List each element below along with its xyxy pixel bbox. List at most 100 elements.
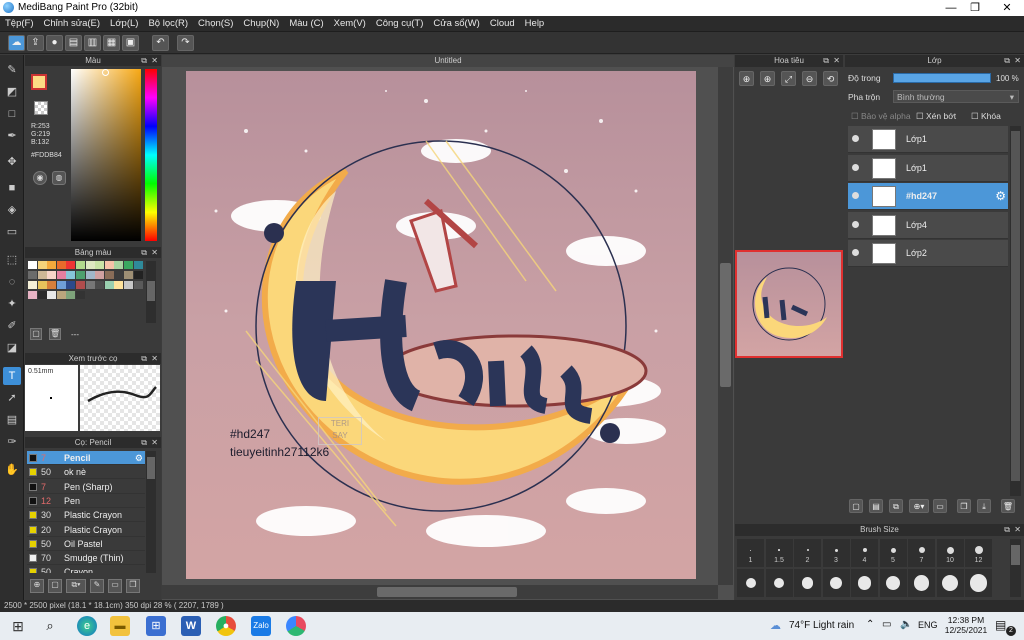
hand-tool-icon[interactable]: ✋ [3, 461, 21, 479]
brush-list-item[interactable]: 50 Oil Pastel [27, 536, 145, 551]
layer-row[interactable]: #hd247 ⚙ [848, 183, 1008, 210]
document-tab[interactable]: Untitled [162, 55, 734, 67]
trash-icon[interactable]: 🗑 [49, 328, 61, 340]
merge-icon[interactable]: ⤓ [977, 499, 991, 513]
menu-edit[interactable]: Chỉnh sửa(E) [39, 16, 106, 32]
layer-scrollbar[interactable] [1010, 126, 1021, 496]
palette-swatch[interactable] [104, 281, 114, 289]
palette-swatch[interactable] [28, 271, 37, 279]
palette-swatch[interactable] [76, 271, 85, 279]
select-eraser-icon[interactable]: ◪ [3, 339, 21, 357]
palette-swatch[interactable] [85, 261, 95, 269]
undock-icon[interactable]: ⧉ [141, 55, 147, 66]
palette-swatch[interactable] [28, 261, 37, 269]
menu-file[interactable]: Tệp(F) [0, 16, 39, 32]
word-icon[interactable]: W [181, 616, 201, 636]
lock-checkbox[interactable]: ☐ Khóa [971, 111, 1001, 122]
maximize-button[interactable]: ❐ [960, 0, 990, 16]
brush-size-cell[interactable] [822, 569, 850, 597]
gradient-tool-icon[interactable]: ▭ [3, 223, 21, 241]
panel-close-icon[interactable]: ✕ [1014, 55, 1021, 67]
brush-list-item[interactable]: 70 Smudge (Thin) [27, 551, 145, 566]
navigator-thumbnail[interactable] [735, 250, 843, 358]
menu-filter[interactable]: Bộ lọc(R) [143, 16, 193, 32]
brush-scrollbar[interactable] [146, 451, 156, 573]
file-explorer-icon[interactable]: ▬ [110, 616, 130, 636]
color-sv-picker[interactable] [71, 69, 141, 241]
palette-swatch[interactable] [56, 291, 66, 299]
opacity-slider[interactable] [893, 73, 991, 83]
select-pen-icon[interactable]: ✐ [3, 317, 21, 335]
brush-size-scrollbar[interactable] [1010, 539, 1021, 597]
undo-icon[interactable]: ↶ [152, 35, 169, 51]
menu-tools[interactable]: Công cụ(T) [371, 16, 429, 32]
palette-swatch[interactable] [95, 281, 105, 289]
chevron-up-icon[interactable]: ⌃ [866, 619, 874, 630]
transparent-color-swatch[interactable] [34, 101, 48, 115]
hue-slider[interactable] [145, 69, 157, 241]
volume-icon[interactable]: 🔈 [900, 619, 912, 630]
palette-swatch[interactable] [37, 261, 47, 269]
search-icon[interactable]: ⌕ [40, 616, 60, 636]
message-icon[interactable]: ▤ [65, 35, 82, 51]
redo-icon[interactable]: ↷ [177, 35, 194, 51]
rotate-icon[interactable]: ⟲ [823, 71, 838, 86]
brush-size-cell[interactable] [908, 569, 935, 597]
duplicate-icon[interactable]: ❐ [126, 579, 140, 593]
vertical-scroll-thumb[interactable] [720, 263, 731, 387]
palette-swatch[interactable] [76, 281, 85, 289]
folder-icon[interactable]: ▭ [933, 499, 947, 513]
zoom-icon[interactable]: ⊕ [760, 71, 775, 86]
weather-text[interactable]: 74°F Light rain [789, 620, 854, 631]
language-indicator[interactable]: ENG [918, 620, 938, 630]
zoom-out-icon[interactable]: ⊖ [802, 71, 817, 86]
palette-swatch[interactable] [104, 271, 114, 279]
palette-swatch[interactable] [66, 261, 76, 269]
medibang-taskbar-icon[interactable] [286, 616, 306, 636]
duplicate-icon[interactable]: ❐ [957, 499, 971, 513]
palette-swatch[interactable] [133, 281, 143, 289]
lasso-tool-icon[interactable]: ◌ [3, 273, 21, 291]
edit-brush-icon[interactable]: ✎ [90, 579, 104, 593]
palette-swatch[interactable] [76, 291, 85, 299]
undock-icon[interactable]: ⧉ [141, 247, 147, 258]
brush-size-cell[interactable]: 5 [879, 539, 907, 567]
brush-size-cell[interactable]: 10 [936, 539, 964, 567]
pen-tool-icon[interactable]: ✒ [3, 127, 21, 145]
magic-wand-icon[interactable]: ✦ [3, 295, 21, 313]
delete-layer-icon[interactable]: 🗑 [1001, 499, 1015, 513]
palette-swatch[interactable] [47, 261, 57, 269]
palette-swatch[interactable] [66, 291, 76, 299]
menu-layer[interactable]: Lớp(L) [105, 16, 143, 32]
palette-swatch[interactable] [114, 261, 124, 269]
copy-layer-icon[interactable]: ⧉ [889, 499, 903, 513]
palette-swatch[interactable] [66, 281, 76, 289]
text-tool-icon[interactable]: T [3, 367, 21, 385]
zalo-icon[interactable]: Zalo [251, 616, 271, 636]
undock-icon[interactable]: ⧉ [141, 437, 147, 448]
palette-swatch[interactable] [76, 261, 85, 269]
menu-color[interactable]: Màu (C) [284, 16, 328, 32]
menu-select[interactable]: Chọn(S) [193, 16, 238, 32]
brush-list-item[interactable]: 7 Pen (Sharp) [27, 479, 145, 494]
windows-start-icon[interactable]: ⊞ [8, 616, 28, 636]
clock[interactable]: 12:38 PM 12/25/2021 [944, 615, 988, 635]
palette-icon[interactable]: ◍ [52, 171, 66, 185]
color-wheel-icon[interactable]: ◉ [33, 171, 47, 185]
menu-help[interactable]: Help [520, 16, 550, 32]
operation-tool-icon[interactable]: ➚ [3, 389, 21, 407]
folder-icon[interactable]: ▭ [108, 579, 122, 593]
add-brush-icon[interactable]: ⊕ [30, 579, 44, 593]
brush-size-cell[interactable] [936, 569, 964, 597]
palette-swatch[interactable] [133, 261, 143, 269]
zoom-in-icon[interactable]: ⊕ [739, 71, 754, 86]
brush-size-cell[interactable] [851, 569, 878, 597]
artwork-canvas[interactable]: #hd247 tieuyeitinh27112k6 TERI SAY [186, 71, 696, 579]
primary-color-swatch[interactable] [31, 74, 47, 90]
palette-swatch[interactable] [133, 271, 143, 279]
palette-swatch[interactable] [114, 281, 124, 289]
brush-tool-icon[interactable]: ✎ [3, 61, 21, 79]
panel-close-icon[interactable]: ✕ [151, 247, 158, 258]
layer-row[interactable]: Lớp2 [848, 240, 1008, 267]
brush-size-cell[interactable]: 12 [965, 539, 992, 567]
